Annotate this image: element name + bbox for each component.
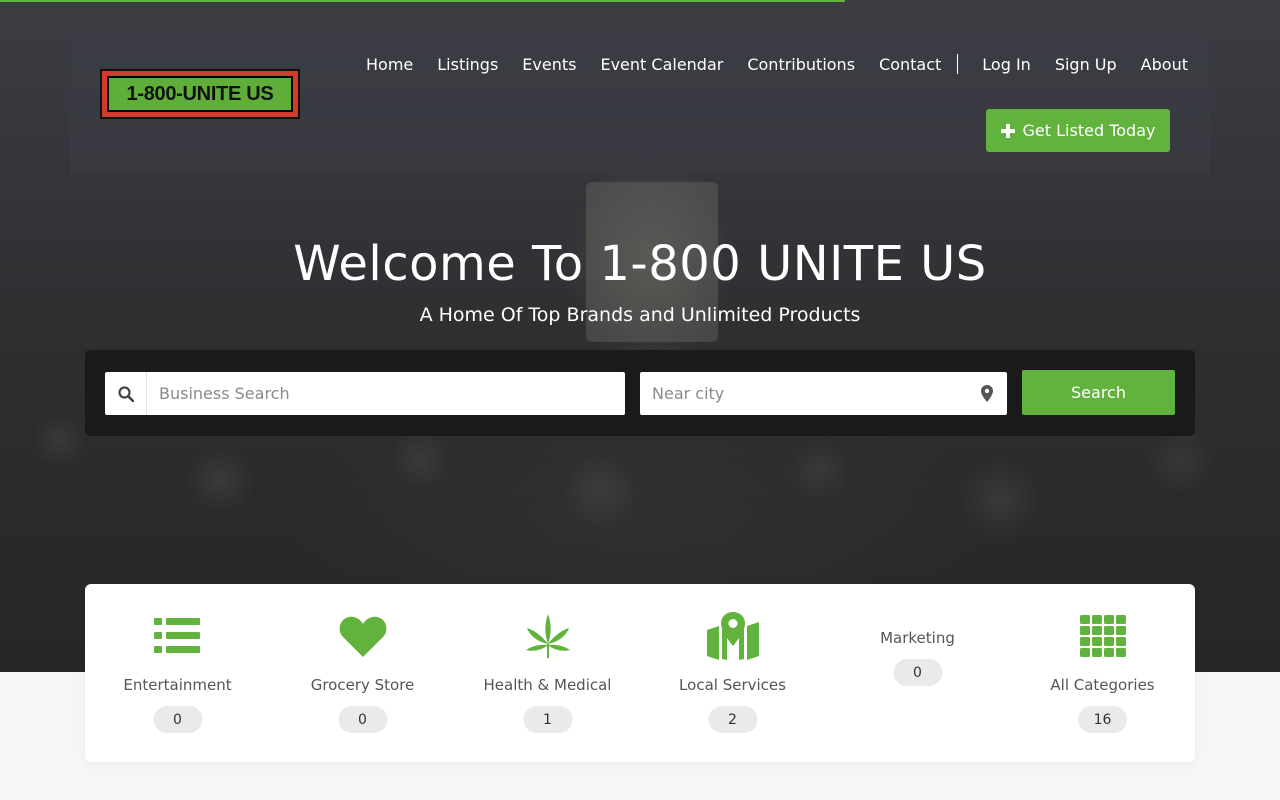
plus-icon <box>1000 121 1015 141</box>
list-icon <box>85 612 270 660</box>
site-header: 1-800-UNITE US Home Listings Events Even… <box>70 20 1210 174</box>
nav-contributions[interactable]: Contributions <box>747 55 855 74</box>
search-button[interactable]: Search <box>1022 370 1175 415</box>
search-icon <box>105 372 147 415</box>
category-name: Grocery Store <box>310 676 415 694</box>
hero-title: Welcome To 1-800 UNITE US <box>293 236 987 292</box>
nav-home[interactable]: Home <box>366 55 413 74</box>
category-count-badge: 0 <box>338 706 387 733</box>
category-name: Health & Medical <box>483 676 612 694</box>
heart-icon <box>270 612 455 660</box>
category-name: Marketing <box>880 629 955 647</box>
logo-text: 1-800-UNITE US <box>107 76 293 112</box>
category-count-badge: 16 <box>1077 706 1128 733</box>
nav-log-in[interactable]: Log In <box>982 55 1031 74</box>
category-count-badge: 1 <box>523 706 572 733</box>
category-all-categories[interactable]: All Categories 16 <box>1010 584 1195 762</box>
search-panel: Search <box>85 350 1195 436</box>
site-logo[interactable]: 1-800-UNITE US <box>100 69 300 119</box>
get-listed-label: Get Listed Today <box>1022 121 1156 140</box>
location-pin-icon <box>981 385 993 406</box>
nav-event-calendar[interactable]: Event Calendar <box>600 55 723 74</box>
category-marketing[interactable]: Marketing 0 <box>825 584 1010 762</box>
business-search-input[interactable] <box>147 373 617 414</box>
nav-sign-up[interactable]: Sign Up <box>1055 55 1117 74</box>
page-load-progress-bar <box>0 0 845 2</box>
main-nav: Home Listings Events Event Calendar Cont… <box>366 54 1188 74</box>
category-count-badge: 0 <box>153 706 202 733</box>
map-pin-icon <box>640 612 825 660</box>
nav-about[interactable]: About <box>1141 55 1188 74</box>
nav-contact[interactable]: Contact <box>879 55 941 74</box>
category-count-badge: 2 <box>708 706 757 733</box>
nav-events[interactable]: Events <box>522 55 576 74</box>
category-health-medical[interactable]: Health & Medical 1 <box>455 584 640 762</box>
category-name: Local Services <box>679 676 786 694</box>
hero-subtitle: A Home Of Top Brands and Unlimited Produ… <box>419 304 861 326</box>
near-city-field <box>640 372 1007 415</box>
nav-divider <box>957 54 959 74</box>
near-city-input[interactable] <box>640 373 970 414</box>
category-local-services[interactable]: Local Services 2 <box>640 584 825 762</box>
grid-icon <box>1010 612 1195 660</box>
category-strip: Entertainment 0 Grocery Store 0 Health &… <box>85 584 1195 762</box>
category-name: Entertainment <box>123 676 232 694</box>
cannabis-leaf-icon <box>455 612 640 660</box>
category-entertainment[interactable]: Entertainment 0 <box>85 584 270 762</box>
get-listed-button[interactable]: Get Listed Today <box>986 109 1170 152</box>
category-grocery-store[interactable]: Grocery Store 0 <box>270 584 455 762</box>
category-count-badge: 0 <box>893 659 942 686</box>
category-name: All Categories <box>1050 676 1155 694</box>
business-search-field <box>105 372 625 415</box>
nav-listings[interactable]: Listings <box>437 55 498 74</box>
